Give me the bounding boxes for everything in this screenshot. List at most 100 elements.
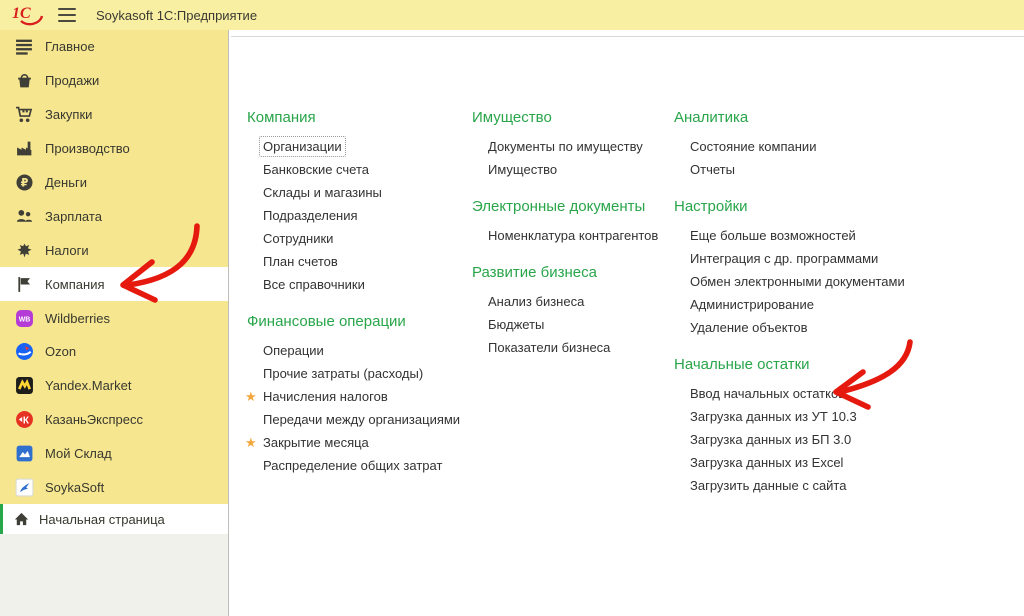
menu-link[interactable]: Анализ бизнеса bbox=[472, 290, 677, 313]
menu-link-label: Загрузка данных из УТ 10.3 bbox=[690, 409, 857, 424]
sidebar-item-yandex-market[interactable]: Yandex.Market bbox=[0, 369, 228, 403]
menu-lines-icon bbox=[15, 37, 34, 56]
sidebar-item-proizvodstvo[interactable]: Производство bbox=[0, 132, 228, 166]
menu-link-label: Загрузка данных из БП 3.0 bbox=[690, 432, 852, 447]
menu-link-label: Подразделения bbox=[263, 208, 358, 223]
menu-link-label: Все справочники bbox=[263, 277, 365, 292]
menu-link[interactable]: Номенклатура контрагентов bbox=[472, 224, 677, 247]
menu-link[interactable]: Загрузка данных из БП 3.0 bbox=[674, 428, 924, 451]
menu-link[interactable]: Подразделения bbox=[247, 204, 465, 227]
flag-icon bbox=[15, 275, 34, 294]
menu-link[interactable]: Удаление объектов bbox=[674, 316, 924, 339]
content-column-3: Аналитика Состояние компании Отчеты Настрой… bbox=[674, 109, 924, 514]
basket-icon bbox=[15, 71, 34, 90]
menu-link[interactable]: Обмен электронными документами bbox=[674, 270, 924, 293]
menu-link[interactable]: Загрузить данные с сайта bbox=[674, 474, 924, 497]
ruble-coin-icon: ₽ bbox=[15, 173, 34, 192]
sidebar-item-home[interactable]: Начальная страница bbox=[0, 504, 228, 534]
menu-link[interactable]: Администрирование bbox=[674, 293, 924, 316]
menu-link-label: Передачи между организациями bbox=[263, 412, 461, 427]
menu-link[interactable]: Распределение общих затрат bbox=[247, 454, 465, 477]
sidebar-item-label: Продажи bbox=[45, 73, 100, 89]
sidebar-item-zarplata[interactable]: Зарплата bbox=[0, 199, 228, 233]
menu-link-label: Показатели бизнеса bbox=[488, 340, 611, 355]
1c-logo: 1С bbox=[12, 3, 44, 27]
sidebar-item-zakupki[interactable]: Закупки bbox=[0, 98, 228, 132]
menu-link[interactable]: Состояние компании bbox=[674, 135, 924, 158]
menu-link[interactable]: Склады и магазины bbox=[247, 181, 465, 204]
menu-section: Компания Организации Банковские счета Склад… bbox=[247, 109, 465, 296]
menu-link-label: Имущество bbox=[488, 162, 558, 177]
menu-link-label: Интеграция с др. программами bbox=[690, 251, 879, 266]
menu-link[interactable]: Показатели бизнеса bbox=[472, 336, 677, 359]
menu-link-label: Обмен электронными документами bbox=[690, 274, 905, 289]
favorite-star-icon[interactable]: ★ bbox=[245, 385, 257, 408]
content-top-hairline bbox=[231, 36, 1024, 37]
section-title: Имущество bbox=[472, 109, 552, 126]
eagle-icon bbox=[15, 241, 34, 260]
menu-link-label: Состояние компании bbox=[690, 139, 817, 154]
sidebar-item-glavnoe[interactable]: Главное bbox=[0, 30, 228, 64]
yandex-badge-icon bbox=[15, 376, 34, 395]
content-column-2: Имущество Документы по имуществу Имущество… bbox=[472, 109, 677, 376]
menu-link[interactable]: Отчеты bbox=[674, 158, 924, 181]
menu-link[interactable]: ★ Начисления налогов bbox=[245, 385, 465, 408]
menu-section: Начальные остатки Ввод начальных остатков… bbox=[674, 356, 924, 497]
sidebar-item-label: Yandex.Market bbox=[45, 378, 132, 394]
menu-link-label: Прочие затраты (расходы) bbox=[263, 366, 424, 381]
people-icon bbox=[15, 207, 34, 226]
ozon-badge-icon bbox=[15, 342, 34, 361]
favorite-star-icon[interactable]: ★ bbox=[245, 431, 257, 454]
sidebar-item-wildberries[interactable]: WB Wildberries bbox=[0, 301, 228, 335]
menu-link-label: Банковские счета bbox=[263, 162, 370, 177]
menu-link[interactable]: Интеграция с др. программами bbox=[674, 247, 924, 270]
svg-text:WB: WB bbox=[19, 316, 31, 323]
menu-link[interactable]: Загрузка данных из Excel bbox=[674, 451, 924, 474]
home-icon bbox=[13, 511, 30, 528]
menu-link[interactable]: Документы по имуществу bbox=[472, 135, 677, 158]
menu-link[interactable]: Прочие затраты (расходы) bbox=[247, 362, 465, 385]
sidebar-item-moysklad[interactable]: Мой Склад bbox=[0, 437, 228, 471]
kazan-badge-icon: К bbox=[15, 410, 34, 429]
hamburger-menu-icon[interactable] bbox=[58, 8, 76, 22]
menu-link[interactable]: Все справочники bbox=[247, 273, 465, 296]
sidebar-divider bbox=[228, 28, 229, 616]
moysklad-badge-icon bbox=[15, 444, 34, 463]
sidebar-item-label: Налоги bbox=[45, 242, 89, 258]
menu-link-label: Операции bbox=[263, 343, 324, 358]
menu-section: Развитие бизнеса Анализ бизнеса Бюджеты Пок… bbox=[472, 264, 677, 359]
cart-icon bbox=[15, 105, 34, 124]
menu-link[interactable]: Организации bbox=[247, 135, 465, 158]
menu-link[interactable]: ★ Закрытие месяца bbox=[245, 431, 465, 454]
menu-link[interactable]: Бюджеты bbox=[472, 313, 677, 336]
sidebar-item-kompaniya[interactable]: Компания bbox=[0, 267, 228, 302]
sidebar-item-ozon[interactable]: Ozon bbox=[0, 335, 228, 369]
sidebar-item-nalogi[interactable]: Налоги bbox=[0, 233, 228, 267]
section-title: Настройки bbox=[674, 198, 748, 215]
section-title: Начальные остатки bbox=[674, 356, 810, 373]
menu-link[interactable]: Операции bbox=[247, 339, 465, 362]
menu-link[interactable]: Ввод начальных остатков bbox=[674, 382, 924, 405]
menu-link[interactable]: План счетов bbox=[247, 250, 465, 273]
menu-link[interactable]: Передачи между организациями bbox=[247, 408, 465, 431]
menu-link[interactable]: Загрузка данных из УТ 10.3 bbox=[674, 405, 924, 428]
menu-link[interactable]: Еще больше возможностей bbox=[674, 224, 924, 247]
sidebar-item-label: Компания bbox=[45, 276, 105, 292]
menu-link[interactable]: Имущество bbox=[472, 158, 677, 181]
menu-link-label: Номенклатура контрагентов bbox=[488, 228, 659, 243]
section-title: Финансовые операции bbox=[247, 313, 406, 330]
sidebar-item-prodazhi[interactable]: Продажи bbox=[0, 64, 228, 98]
sidebar-item-dengi[interactable]: ₽ Деньги bbox=[0, 166, 228, 200]
svg-text:К: К bbox=[23, 416, 30, 427]
sidebar-item-soykasoft[interactable]: SoykaSoft bbox=[0, 471, 228, 505]
menu-link-label: Удаление объектов bbox=[690, 320, 808, 335]
sidebar: Главное Продажи Закупки Производство ₽ Деньги… bbox=[0, 30, 228, 504]
menu-link-label: Бюджеты bbox=[488, 317, 545, 332]
menu-link-label: Сотрудники bbox=[263, 231, 334, 246]
sidebar-item-label: Закупки bbox=[45, 107, 93, 123]
sidebar-item-label: Ozon bbox=[45, 344, 77, 360]
sidebar-item-kazanexpress[interactable]: К КазаньЭкспресс bbox=[0, 403, 228, 437]
menu-link[interactable]: Банковские счета bbox=[247, 158, 465, 181]
menu-link[interactable]: Сотрудники bbox=[247, 227, 465, 250]
section-title: Электронные документы bbox=[472, 198, 646, 215]
